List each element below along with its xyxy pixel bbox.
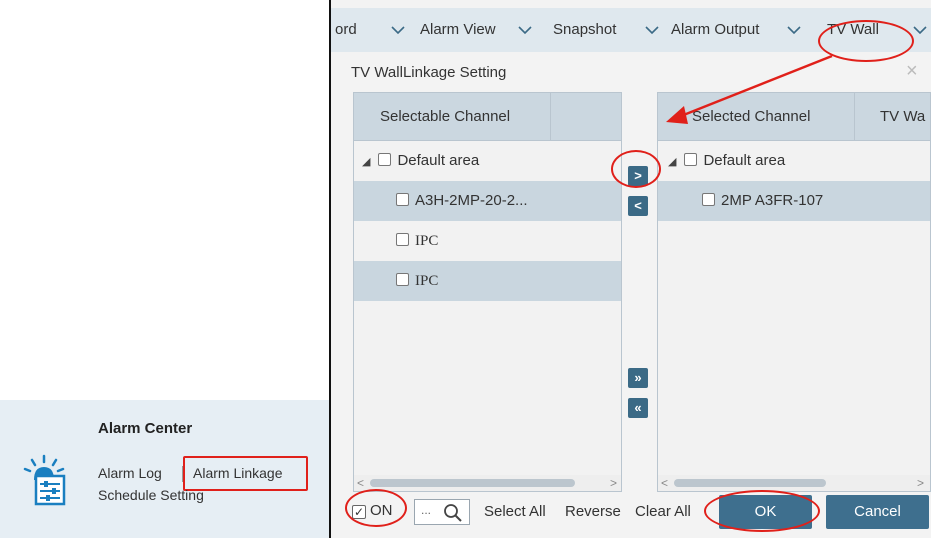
selected-channel-title: Selected Channel xyxy=(692,108,811,125)
channel-item[interactable]: A3H-2MP-20-2... xyxy=(354,181,621,221)
group-label: Default area xyxy=(397,152,480,169)
checkbox[interactable] xyxy=(378,153,392,166)
chevron-down-icon[interactable] xyxy=(518,24,532,36)
alarm-log-link[interactable]: Alarm Log xyxy=(98,465,162,481)
channel-item[interactable]: IPC xyxy=(354,261,621,301)
add-button-highlight-ellipse xyxy=(611,150,661,188)
on-highlight-ellipse xyxy=(345,489,407,527)
checkbox[interactable] xyxy=(396,273,409,286)
chevron-down-icon[interactable] xyxy=(645,24,659,36)
tab-alarm-output[interactable]: Alarm Output xyxy=(671,8,759,52)
scroll-left-icon[interactable]: < xyxy=(357,475,364,491)
selectable-channel-panel: Selectable Channel ◢ Default area A3H-2MP… xyxy=(353,92,622,492)
chevron-down-icon[interactable] xyxy=(391,24,405,36)
remove-all-button[interactable]: « xyxy=(628,398,648,418)
tree-group-default-area[interactable]: ◢ Default area xyxy=(658,141,930,181)
add-all-button[interactable]: » xyxy=(628,368,648,388)
channel-label: 2MP A3FR-107 xyxy=(721,192,824,209)
checkbox[interactable] xyxy=(684,153,698,166)
cancel-button[interactable]: Cancel xyxy=(826,495,929,529)
tv-wall-column-title: TV Wa xyxy=(880,108,926,125)
scroll-right-icon[interactable]: > xyxy=(610,475,617,491)
alarm-linkage-highlight xyxy=(183,456,308,491)
channel-label: IPC xyxy=(415,273,439,289)
checkbox[interactable] xyxy=(702,193,715,206)
close-icon[interactable]: × xyxy=(906,60,918,83)
scroll-thumb[interactable] xyxy=(674,479,826,487)
horizontal-scrollbar[interactable]: < > xyxy=(658,475,930,491)
chevron-down-icon[interactable] xyxy=(787,24,801,36)
chevron-down-icon[interactable] xyxy=(913,24,927,36)
tree-group-default-area[interactable]: ◢ Default area xyxy=(354,141,621,181)
select-all-link[interactable]: Select All xyxy=(484,503,546,520)
reverse-link[interactable]: Reverse xyxy=(565,503,621,520)
tv-wall-highlight-ellipse xyxy=(818,20,914,62)
alarm-center-title: Alarm Center xyxy=(98,420,193,437)
dialog-title: TV WallLinkage Setting xyxy=(351,64,507,81)
selected-channel-header: Selected Channel TV Wa xyxy=(658,93,930,141)
column-divider xyxy=(854,93,855,141)
clear-all-link[interactable]: Clear All xyxy=(635,503,691,520)
search-icon[interactable] xyxy=(443,503,463,523)
remove-channel-button[interactable]: < xyxy=(628,196,648,216)
ok-highlight-ellipse xyxy=(704,490,820,532)
schedule-setting-link[interactable]: Schedule Setting xyxy=(98,487,204,503)
checkbox[interactable] xyxy=(396,193,409,206)
scroll-thumb[interactable] xyxy=(370,479,575,487)
selectable-channel-title: Selectable Channel xyxy=(380,108,511,125)
checkbox[interactable] xyxy=(396,233,409,246)
channel-item[interactable]: IPC xyxy=(354,221,621,261)
expand-triangle-icon[interactable]: ◢ xyxy=(668,142,676,182)
alarm-center-icon xyxy=(22,454,66,506)
channel-label: IPC xyxy=(415,233,439,249)
scroll-left-icon[interactable]: < xyxy=(661,475,668,491)
search-input[interactable]: ... xyxy=(414,499,470,525)
tab-record[interactable]: ord xyxy=(335,8,357,52)
group-label: Default area xyxy=(703,152,786,169)
scroll-right-icon[interactable]: > xyxy=(917,475,924,491)
alarm-center-card: Alarm Center Alarm Log Alarm Linkage Sch… xyxy=(0,400,330,538)
column-divider xyxy=(550,93,551,141)
channel-item[interactable]: 2MP A3FR-107 xyxy=(658,181,930,221)
tab-snapshot[interactable]: Snapshot xyxy=(553,8,616,52)
horizontal-scrollbar[interactable]: < > xyxy=(354,475,621,491)
selected-channel-panel: Selected Channel TV Wa ◢ Default area 2MP… xyxy=(657,92,931,492)
selectable-channel-header: Selectable Channel xyxy=(354,93,621,141)
expand-triangle-icon[interactable]: ◢ xyxy=(362,142,370,182)
search-dots: ... xyxy=(421,503,432,517)
channel-label: A3H-2MP-20-2... xyxy=(415,192,528,209)
tab-alarm-view[interactable]: Alarm View xyxy=(420,8,496,52)
